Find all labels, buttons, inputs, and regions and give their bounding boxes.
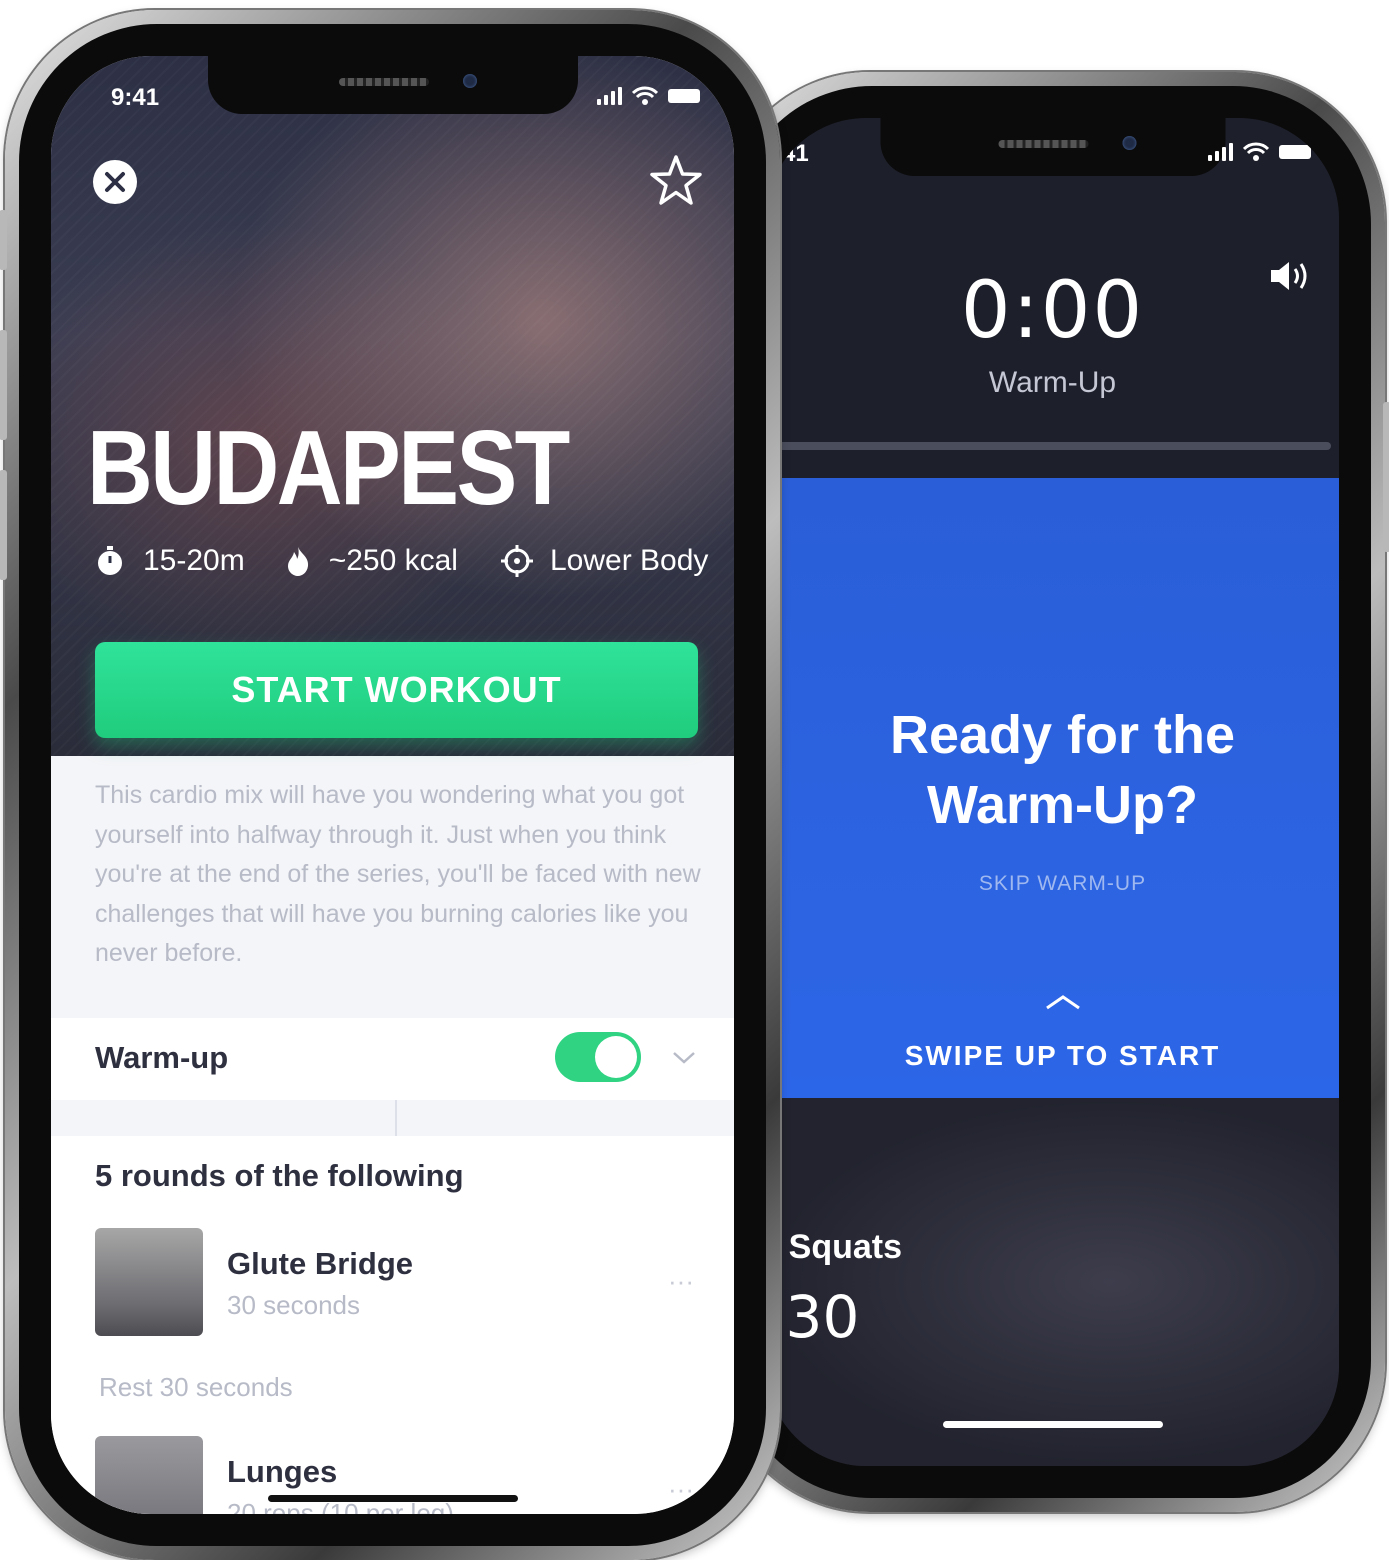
- divider-line: [395, 1100, 397, 1136]
- warmup-screen: :41 0:00 Warm-Up Ready for the Warm-Up? …: [766, 118, 1339, 1466]
- workout-screen: 9:41 BUDAPEST 15-20m ~250 kcal Lower Bod…: [51, 56, 734, 1514]
- battery-icon: [668, 89, 700, 103]
- swipe-up-label: SWIPE UP TO START: [904, 1040, 1221, 1071]
- toggle-knob: [595, 1036, 637, 1078]
- volume-down-button: [0, 470, 7, 580]
- target-text: Lower Body: [549, 544, 709, 577]
- power-button: [1383, 402, 1389, 552]
- list-item[interactable]: Glute Bridge 30 seconds ···: [51, 1228, 734, 1338]
- wifi-icon: [632, 86, 658, 105]
- more-options-icon[interactable]: ···: [668, 1266, 694, 1297]
- flame-icon: [287, 547, 308, 576]
- phone-warmup: :41 0:00 Warm-Up Ready for the Warm-Up? …: [720, 72, 1389, 1512]
- list-item[interactable]: Lunges 20 reps (10 per leg) ···: [51, 1436, 734, 1514]
- exercise-name: Lunges: [227, 1454, 338, 1489]
- current-exercise-time: :30: [766, 1283, 860, 1351]
- signal-icon: [1208, 143, 1233, 161]
- exercise-list: 5 rounds of the following Glute Bridge 3…: [51, 1136, 734, 1514]
- calories-text: ~250 kcal: [328, 544, 458, 577]
- timer: 0:00: [960, 266, 1145, 356]
- more-options-icon[interactable]: ···: [668, 1474, 694, 1505]
- battery-icon: [1279, 145, 1311, 159]
- exercise-detail: 30 seconds: [227, 1290, 360, 1320]
- star-icon[interactable]: [648, 154, 704, 208]
- close-icon[interactable]: [91, 158, 139, 206]
- status-icons: [1208, 142, 1311, 162]
- home-indicator[interactable]: [942, 1421, 1163, 1428]
- target-icon: [500, 545, 533, 577]
- exercise-thumbnail: [95, 1436, 203, 1514]
- signal-icon: [597, 87, 622, 105]
- warmup-toggle[interactable]: [555, 1032, 641, 1082]
- stopwatch-icon: [98, 546, 122, 575]
- volume-up-button: [0, 330, 7, 440]
- workout-title: BUDAPEST: [87, 409, 570, 527]
- progress-track: [766, 442, 1331, 450]
- workout-description: This cardio mix will have you wondering …: [95, 781, 701, 967]
- rest-label: Rest 30 seconds: [99, 1372, 293, 1402]
- workout-stats: 15-20m ~250 kcal Lower Body: [95, 544, 708, 578]
- rounds-heading: 5 rounds of the following: [95, 1158, 464, 1193]
- duration-text: 15-20m: [143, 544, 245, 577]
- warmup-row[interactable]: Warm-up: [51, 1018, 734, 1100]
- status-time: 9:41: [111, 84, 160, 111]
- section-divider: [51, 1100, 734, 1136]
- phone-workout: 9:41 BUDAPEST 15-20m ~250 kcal Lower Bod…: [0, 10, 780, 1560]
- skip-warmup-link[interactable]: SKIP WARM-UP: [786, 872, 1339, 896]
- chevron-up-icon: [1045, 995, 1080, 1010]
- exercise-name: Glute Bridge: [227, 1246, 414, 1281]
- mute-switch: [0, 210, 7, 270]
- chevron-down-icon[interactable]: [671, 1050, 697, 1066]
- timer-label: Warm-Up: [988, 366, 1117, 399]
- warmup-prompt-panel[interactable]: Ready for the Warm-Up? SKIP WARM-UP SWIP…: [766, 478, 1339, 1098]
- wifi-icon: [1243, 142, 1269, 161]
- exercise-preview: r Squats :30: [766, 1098, 1339, 1466]
- prompt-title: Ready for the Warm-Up?: [889, 705, 1236, 835]
- status-bar: 9:41: [51, 56, 734, 116]
- warmup-label: Warm-up: [95, 1040, 229, 1075]
- current-exercise-name: r Squats: [766, 1228, 903, 1266]
- status-icons: [597, 86, 700, 106]
- exercise-thumbnail: [95, 1228, 203, 1336]
- status-bar: :41: [766, 118, 1339, 178]
- start-workout-button[interactable]: START WORKOUT: [95, 642, 698, 738]
- status-time: :41: [774, 140, 809, 167]
- home-indicator[interactable]: [267, 1495, 518, 1502]
